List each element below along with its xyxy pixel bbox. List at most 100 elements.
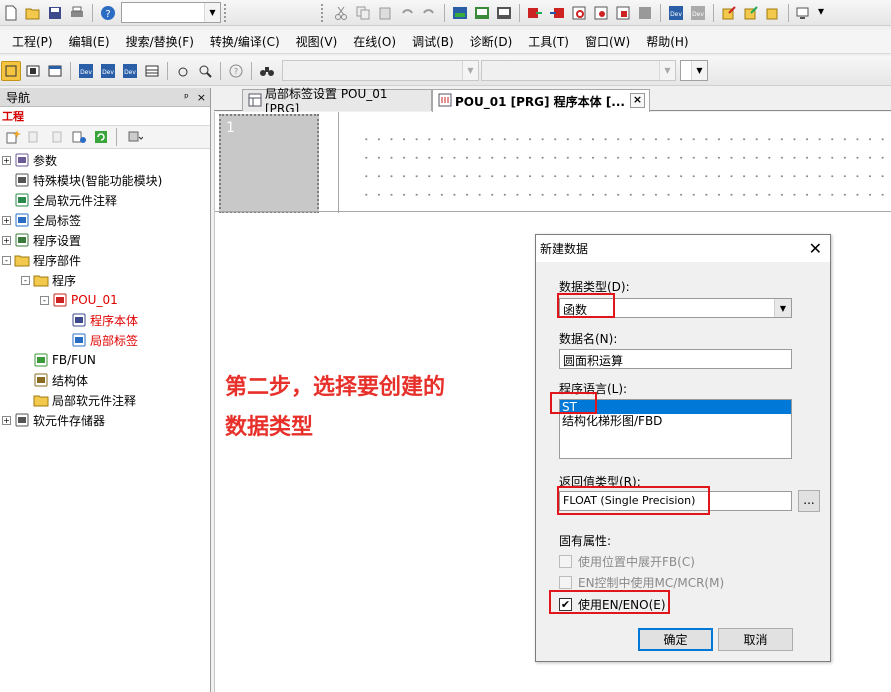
- window-icon[interactable]: [45, 61, 65, 81]
- new-data-icon[interactable]: [3, 127, 23, 147]
- close-tab-icon[interactable]: ×: [630, 93, 645, 108]
- tree-item[interactable]: 全局软元件注释: [0, 190, 210, 210]
- en-mc-checkbox[interactable]: EN控制中使用MC/MCR(M): [559, 574, 724, 591]
- dev-test-icon[interactable]: Dev: [666, 3, 686, 23]
- copy-icon[interactable]: [353, 3, 373, 23]
- tree-item[interactable]: + 参数: [0, 150, 210, 170]
- tree-item[interactable]: 局部软元件注释: [0, 390, 210, 410]
- stop-icon[interactable]: [613, 3, 633, 23]
- monitor-icon[interactable]: [472, 3, 492, 23]
- menu-convert-compile[interactable]: 转换/编译(C): [202, 31, 288, 52]
- tree-item-label: 程序本体: [90, 313, 139, 328]
- redo-icon[interactable]: [419, 3, 439, 23]
- expand-icon[interactable]: +: [2, 235, 11, 245]
- cut-icon[interactable]: [331, 3, 351, 23]
- open-folder-icon[interactable]: [23, 3, 43, 23]
- menu-tool[interactable]: 工具(T): [520, 31, 577, 52]
- option-combo[interactable]: ▼: [680, 60, 708, 81]
- copy-data-icon[interactable]: [25, 127, 45, 147]
- watch-icon[interactable]: [173, 61, 193, 81]
- table-icon[interactable]: [142, 61, 162, 81]
- tree-item[interactable]: 局部标签: [0, 330, 210, 350]
- menu-window[interactable]: 窗口(W): [577, 31, 638, 52]
- dev-icon-3[interactable]: Dev: [120, 61, 140, 81]
- dev-disabled-icon[interactable]: Dev: [688, 3, 708, 23]
- transfer-icon[interactable]: [763, 3, 783, 23]
- monitor-write-icon[interactable]: [494, 3, 514, 23]
- new-file-icon[interactable]: [1, 3, 21, 23]
- language-option-fbd[interactable]: 结构化梯形图/FBD: [560, 414, 791, 428]
- pin-icon[interactable]: ᵖ: [184, 91, 189, 104]
- tree-item[interactable]: - 程序: [0, 270, 210, 290]
- navigation-title-bar: 导航 ᵖ ×: [0, 88, 210, 107]
- dialog-close-icon[interactable]: ✕: [809, 239, 822, 258]
- expand-fb-checkbox[interactable]: 使用位置中展开FB(C): [559, 553, 695, 570]
- collapse-icon[interactable]: -: [21, 275, 30, 285]
- device-search-icon[interactable]: [450, 3, 470, 23]
- cancel-button[interactable]: 取消: [718, 628, 793, 651]
- tree-item[interactable]: - POU_01: [0, 290, 210, 310]
- toolbar-grip[interactable]: ▾: [818, 4, 824, 22]
- close-icon[interactable]: ×: [197, 91, 206, 104]
- tree-item[interactable]: + 全局标签: [0, 210, 210, 230]
- print-icon[interactable]: [67, 3, 87, 23]
- tree-item[interactable]: + 软元件存储器: [0, 410, 210, 430]
- connection-icon[interactable]: [794, 3, 814, 23]
- menu-project[interactable]: 工程(P): [4, 31, 61, 52]
- help-icon[interactable]: ?: [98, 3, 118, 23]
- dev-icon-2[interactable]: Dev: [98, 61, 118, 81]
- import-icon[interactable]: [741, 3, 761, 23]
- tree-item[interactable]: 特殊模块(智能功能模块): [0, 170, 210, 190]
- tree-item[interactable]: 程序本体: [0, 310, 210, 330]
- tree-item[interactable]: 结构体: [0, 370, 210, 390]
- menu-edit[interactable]: 编辑(E): [61, 31, 118, 52]
- tab-local-label-setting[interactable]: 局部标签设置 POU_01 [PRG]: [242, 87, 432, 116]
- menu-view[interactable]: 视图(V): [288, 31, 346, 52]
- menu-diagnostics[interactable]: 诊断(D): [462, 31, 521, 52]
- device-combo[interactable]: ▼: [481, 60, 676, 81]
- refresh-icon[interactable]: [91, 127, 111, 147]
- browse-button[interactable]: ...: [798, 490, 820, 512]
- filter-icon[interactable]: [122, 127, 148, 147]
- expand-icon[interactable]: +: [2, 155, 11, 165]
- paste-icon[interactable]: [375, 3, 395, 23]
- property-icon[interactable]: [69, 127, 89, 147]
- project-view-icon[interactable]: [1, 60, 21, 81]
- save-icon[interactable]: [45, 3, 65, 23]
- menu-help[interactable]: 帮助(H): [638, 31, 696, 52]
- zoom-icon[interactable]: [195, 61, 215, 81]
- data-name-input[interactable]: 圆面积运算: [559, 349, 792, 369]
- read-plc-icon[interactable]: [547, 3, 567, 23]
- binoculars-icon[interactable]: [257, 61, 277, 81]
- toolbar-combo[interactable]: ▼: [121, 2, 221, 23]
- folder-icon: [14, 252, 30, 268]
- search-combo[interactable]: ▼: [282, 60, 479, 81]
- menu-online[interactable]: 在线(O): [345, 31, 404, 52]
- navigation-toolbar: [0, 125, 210, 149]
- export-icon[interactable]: [719, 3, 739, 23]
- menu-find-replace[interactable]: 搜索/替换(F): [118, 31, 202, 52]
- expand-icon[interactable]: +: [2, 215, 11, 225]
- toolbar-grip[interactable]: [224, 3, 230, 22]
- tree-item[interactable]: - 程序部件: [0, 250, 210, 270]
- collapse-icon[interactable]: -: [2, 255, 11, 265]
- verify-icon[interactable]: [569, 3, 589, 23]
- toolbar-separator: [167, 61, 168, 80]
- ok-button[interactable]: 确定: [638, 628, 713, 651]
- expand-icon[interactable]: +: [2, 415, 11, 425]
- tree-item[interactable]: FB/FUN: [0, 350, 210, 370]
- toolbar-grip[interactable]: [321, 3, 327, 22]
- undo-icon[interactable]: [397, 3, 417, 23]
- collapse-icon[interactable]: -: [40, 295, 49, 305]
- dev-icon-1[interactable]: Dev: [76, 61, 96, 81]
- svg-text:Dev: Dev: [102, 69, 114, 76]
- paste-data-icon[interactable]: [47, 127, 67, 147]
- write-plc-icon[interactable]: [525, 3, 545, 23]
- module-config-icon[interactable]: [23, 61, 43, 81]
- menu-debug[interactable]: 调试(B): [404, 31, 462, 52]
- tree-item[interactable]: + 程序设置: [0, 230, 210, 250]
- remote-icon[interactable]: [591, 3, 611, 23]
- grey-device-icon[interactable]: [635, 3, 655, 23]
- question-icon[interactable]: ?: [226, 61, 246, 81]
- tab-program-body[interactable]: POU_01 [PRG] 程序本体 [... ×: [432, 89, 650, 112]
